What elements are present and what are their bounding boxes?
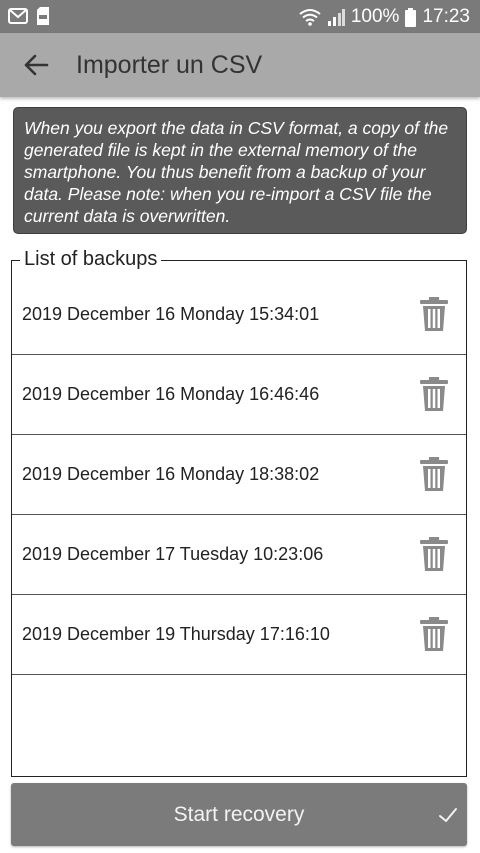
start-recovery-label: Start recovery (173, 803, 305, 826)
backup-list-legend: List of backups (20, 247, 162, 271)
wifi-icon (299, 9, 321, 26)
clock: 17:23 (422, 6, 470, 27)
trash-icon[interactable] (420, 297, 448, 331)
page-title: Importer un CSV (76, 51, 263, 79)
status-bar: 100% 17:23 (0, 0, 480, 33)
battery-icon (405, 7, 417, 27)
status-notifications (8, 7, 50, 25)
backup-row[interactable]: 2019 December 19 Thursday 17:16:10 (12, 595, 466, 675)
backup-list-group: List of backups 2019 December 16 Monday … (11, 247, 467, 777)
backup-row[interactable]: 2019 December 16 Monday 15:34:01 (12, 275, 466, 355)
trash-icon[interactable] (420, 537, 448, 571)
backup-date-label: 2019 December 19 Thursday 17:16:10 (22, 624, 330, 644)
start-recovery-button[interactable]: Start recovery (11, 783, 467, 846)
trash-icon[interactable] (420, 617, 448, 651)
gmail-icon (8, 8, 28, 24)
back-button[interactable] (18, 47, 54, 83)
app-bar: Importer un CSV (0, 33, 480, 97)
check-icon (439, 808, 457, 822)
info-message: When you export the data in CSV format, … (13, 107, 467, 234)
arrow-left-icon (24, 54, 49, 76)
battery-percent: 100% (350, 6, 400, 27)
backup-row[interactable]: 2019 December 16 Monday 18:38:02 (12, 435, 466, 515)
backup-row[interactable]: 2019 December 16 Monday 16:46:46 (12, 355, 466, 435)
backup-date-label: 2019 December 16 Monday 15:34:01 (22, 304, 320, 324)
backup-date-label: 2019 December 16 Monday 16:46:46 (22, 384, 320, 404)
status-system: 100% 17:23 (299, 4, 470, 30)
trash-icon[interactable] (420, 457, 448, 491)
backup-row[interactable]: 2019 December 17 Tuesday 10:23:06 (12, 515, 466, 595)
backup-date-label: 2019 December 16 Monday 18:38:02 (22, 464, 320, 484)
signal-icon (327, 9, 345, 26)
backup-date-label: 2019 December 17 Tuesday 10:23:06 (22, 544, 324, 564)
trash-icon[interactable] (420, 377, 448, 411)
sim-storage-icon (37, 7, 49, 25)
backup-list: 2019 December 16 Monday 15:34:01 2019 De… (12, 275, 466, 675)
